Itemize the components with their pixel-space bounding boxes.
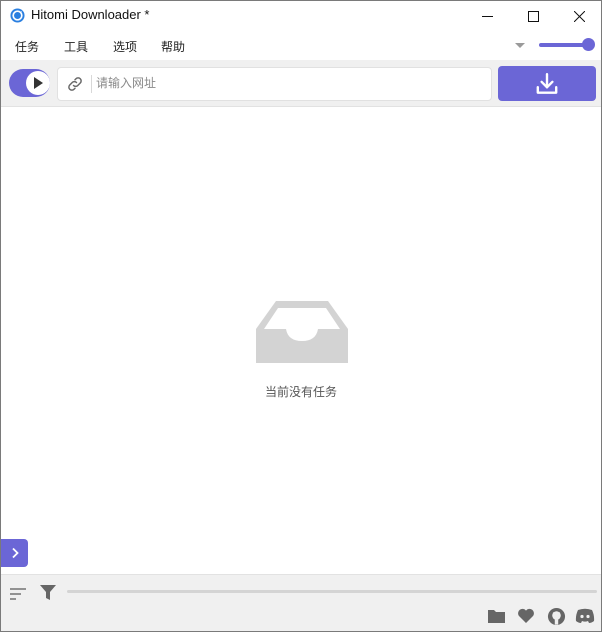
close-icon	[573, 10, 585, 22]
heart-icon	[518, 608, 534, 623]
task-list-area: 当前没有任务	[1, 107, 601, 574]
menu-item-options[interactable]: 选项	[113, 38, 137, 55]
expand-panel-button[interactable]	[1, 539, 28, 567]
toolbar	[1, 60, 601, 107]
minimize-icon	[481, 15, 493, 17]
donate-button[interactable]	[516, 606, 536, 626]
dropdown-caret-icon[interactable]	[515, 43, 525, 48]
app-window: Hitomi Downloader * 任务 工具 选项 帮助 请输入网址 当前…	[0, 0, 602, 632]
play-icon	[34, 77, 43, 89]
url-box	[57, 67, 492, 101]
maximize-button[interactable]	[510, 1, 556, 31]
maximize-icon	[527, 10, 539, 22]
discord-button[interactable]	[575, 606, 595, 626]
minimize-button[interactable]	[464, 1, 510, 31]
empty-message: 当前没有任务	[264, 385, 337, 399]
overall-progress-bar	[67, 590, 597, 593]
menu-item-tools[interactable]: 工具	[64, 38, 88, 55]
link-icon	[68, 77, 82, 91]
discord-icon	[575, 608, 595, 623]
app-logo-icon	[10, 8, 25, 23]
menu-item-tasks[interactable]: 任务	[15, 38, 39, 55]
menu-bar: 任务 工具 选项 帮助	[1, 31, 601, 60]
open-folder-button[interactable]	[486, 606, 506, 626]
download-icon	[536, 72, 558, 94]
filter-icon[interactable]	[39, 584, 57, 602]
download-button[interactable]	[498, 66, 596, 101]
window-title: Hitomi Downloader *	[31, 7, 150, 22]
github-button[interactable]	[546, 606, 566, 626]
play-knob	[26, 71, 50, 95]
bottom-bar	[1, 574, 601, 631]
start-toggle[interactable]	[9, 69, 50, 97]
folder-icon	[487, 610, 505, 623]
close-button[interactable]	[556, 1, 601, 31]
speed-slider[interactable]	[539, 38, 595, 52]
menu-item-help[interactable]: 帮助	[161, 38, 185, 55]
empty-tray-icon	[256, 301, 348, 363]
sort-icon[interactable]	[9, 586, 27, 602]
url-input[interactable]	[96, 72, 481, 94]
url-separator	[91, 75, 92, 93]
title-bar: Hitomi Downloader *	[1, 1, 601, 31]
slider-thumb[interactable]	[582, 38, 595, 51]
github-icon	[547, 607, 565, 625]
chevron-right-icon	[11, 547, 19, 559]
